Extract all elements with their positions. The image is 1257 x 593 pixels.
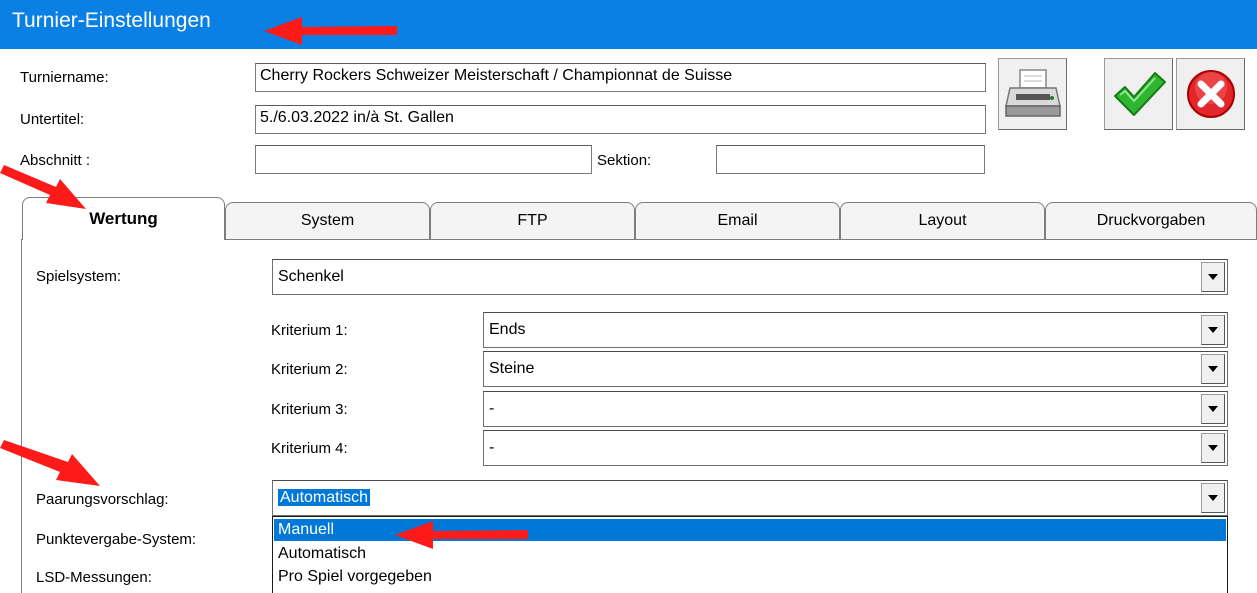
kriterium-3-value: - <box>489 400 495 417</box>
cancel-button[interactable] <box>1176 58 1245 130</box>
abschnitt-input[interactable] <box>255 145 592 174</box>
sektion-input[interactable] <box>716 145 985 174</box>
checkmark-icon <box>1113 72 1166 116</box>
kriterium-2-select[interactable]: Steine <box>483 351 1228 387</box>
kriterium-2-label: Kriterium 2: <box>271 361 348 378</box>
tab-druckvorgaben[interactable]: Druckvorgaben <box>1045 202 1257 239</box>
tab-ftp[interactable]: FTP <box>430 202 635 239</box>
chevron-down-icon[interactable] <box>1201 394 1225 424</box>
paarungsvorschlag-label: Paarungsvorschlag: <box>36 491 169 508</box>
chevron-down-icon[interactable] <box>1201 262 1225 292</box>
paarungsvorschlag-select[interactable]: Automatisch <box>272 480 1228 516</box>
turniername-label: Turniername: <box>20 69 109 86</box>
kriterium-2-value: Steine <box>489 360 535 377</box>
kriterium-4-value: - <box>489 439 495 456</box>
cancel-icon <box>1186 70 1235 118</box>
tab-email[interactable]: Email <box>635 202 840 239</box>
kriterium-3-label: Kriterium 3: <box>271 401 348 418</box>
kriterium-4-select[interactable]: - <box>483 430 1228 466</box>
annotation-arrow-icon <box>0 165 86 209</box>
spielsystem-select[interactable]: Schenkel <box>272 259 1228 295</box>
tab-layout[interactable]: Layout <box>840 202 1045 239</box>
option-pro-spiel-vorgegeben[interactable]: Pro Spiel vorgegeben <box>274 566 1226 588</box>
selected-text: Automatisch <box>276 488 372 507</box>
spielsystem-value: Schenkel <box>278 268 344 285</box>
ok-button[interactable] <box>1104 58 1173 130</box>
untertitel-input[interactable]: 5./6.03.2022 in/à St. Gallen <box>255 105 986 134</box>
chevron-down-icon[interactable] <box>1201 354 1225 384</box>
untertitel-label: Untertitel: <box>20 111 85 128</box>
kriterium-3-select[interactable]: - <box>483 391 1228 427</box>
chevron-down-icon[interactable] <box>1201 433 1225 463</box>
kriterium-1-label: Kriterium 1: <box>271 322 348 339</box>
paarungsvorschlag-value: Automatisch <box>276 488 372 507</box>
kriterium-1-value: Ends <box>489 321 526 338</box>
window-title: Turnier-Einstellungen <box>12 9 211 32</box>
turniername-input[interactable]: Cherry Rockers Schweizer Meisterschaft /… <box>255 63 986 92</box>
annotation-arrow-icon <box>395 521 528 549</box>
chevron-down-icon[interactable] <box>1201 483 1225 513</box>
printer-icon <box>1004 69 1061 117</box>
punktevergabe-label: Punktevergabe-System: <box>36 531 197 548</box>
kriterium-4-label: Kriterium 4: <box>271 440 348 457</box>
annotation-arrow-icon <box>0 440 100 486</box>
print-button[interactable] <box>998 58 1067 130</box>
spielsystem-label: Spielsystem: <box>36 268 122 285</box>
chevron-down-icon[interactable] <box>1201 315 1225 345</box>
tab-system[interactable]: System <box>225 202 430 239</box>
kriterium-1-select[interactable]: Ends <box>483 312 1228 348</box>
sektion-label: Sektion: <box>597 152 652 169</box>
annotation-arrow-icon <box>264 17 397 45</box>
lsd-label: LSD-Messungen: <box>36 569 152 586</box>
